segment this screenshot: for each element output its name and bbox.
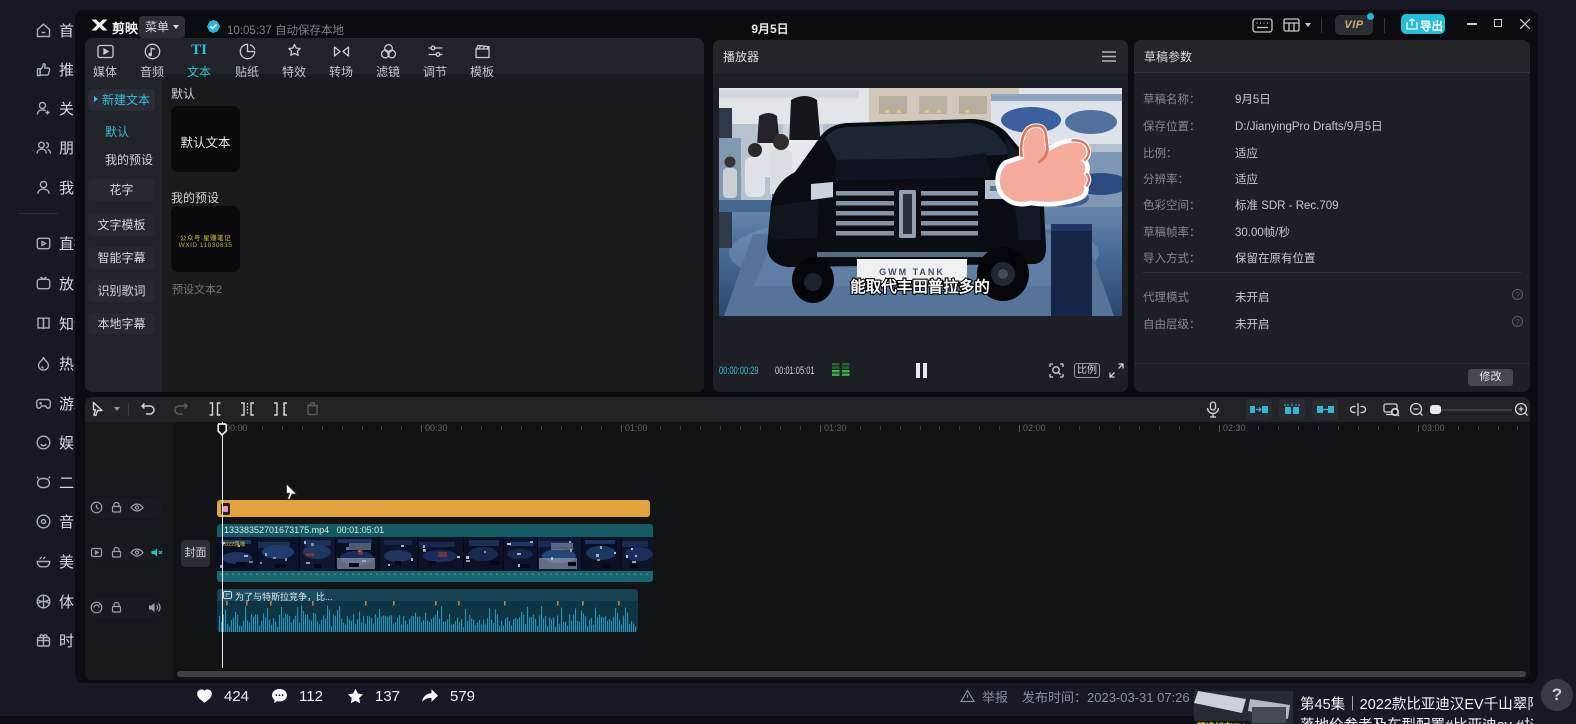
svg-text:2022路咖: 2022路咖 [222, 540, 246, 548]
svg-text:GWM TANK: GWM TANK [879, 267, 945, 277]
svg-text:能取代丰田普拉多的: 能取代丰田普拉多的 [850, 277, 990, 296]
